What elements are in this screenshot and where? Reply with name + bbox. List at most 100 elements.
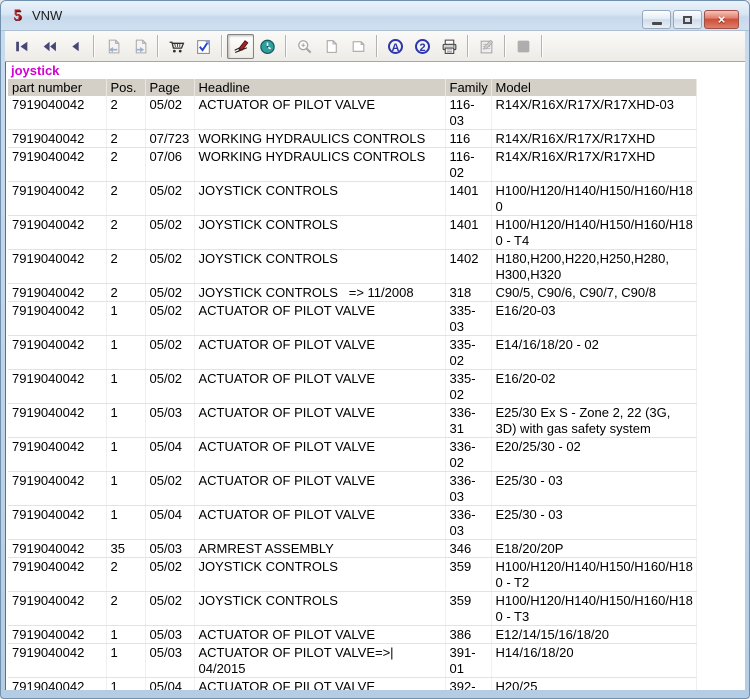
- column-header-page[interactable]: Page: [145, 79, 195, 96]
- cell-headline[interactable]: ACTUATOR OF PILOT VALVE: [194, 335, 446, 370]
- print-button[interactable]: [436, 34, 463, 59]
- table-row[interactable]: 7919040042 1 05/02 ACTUATOR OF PILOT VAL…: [8, 301, 697, 336]
- cell-family: 335-02: [445, 369, 492, 404]
- notes-button[interactable]: [473, 34, 500, 59]
- page-view-1-button[interactable]: [318, 34, 345, 59]
- cell-pos: 1: [106, 505, 146, 540]
- nav-previous-fast-button[interactable]: [35, 34, 62, 59]
- close-button[interactable]: ×: [704, 10, 739, 29]
- cell-headline[interactable]: ACTUATOR OF PILOT VALVE: [194, 96, 446, 130]
- cell-headline[interactable]: ACTUATOR OF PILOT VALVE=>| 04/2015: [194, 643, 446, 678]
- close-icon: ×: [717, 12, 726, 27]
- cell-headline[interactable]: JOYSTICK CONTROLS: [194, 181, 446, 216]
- stop-square-button[interactable]: [510, 34, 537, 59]
- cell-part-number: 7919040042: [8, 181, 107, 216]
- highlight-marker-button[interactable]: [227, 33, 254, 59]
- cell-family: 116-03: [445, 96, 492, 130]
- circled-2-button[interactable]: 2: [409, 34, 436, 59]
- order-checklist-icon: [197, 39, 210, 54]
- circled-a-button[interactable]: A: [382, 34, 409, 59]
- cell-family: 359: [445, 591, 492, 626]
- nav-previous-fast-icon: [43, 41, 56, 51]
- previous-document-icon: [108, 39, 120, 53]
- table-row[interactable]: 7919040042 1 05/04 ACTUATOR OF PILOT VAL…: [8, 437, 697, 472]
- table-row[interactable]: 7919040042 2 07/06 WORKING HYDRAULICS CO…: [8, 147, 697, 182]
- table-row[interactable]: 7919040042 1 05/02 ACTUATOR OF PILOT VAL…: [8, 369, 697, 404]
- next-document-button[interactable]: [126, 34, 153, 59]
- minimize-button[interactable]: [642, 10, 671, 29]
- cell-model: H14/16/18/20: [491, 643, 697, 678]
- cell-page: 05/03: [145, 643, 195, 678]
- cell-headline[interactable]: ACTUATOR OF PILOT VALVE: [194, 677, 446, 690]
- table-row[interactable]: 7919040042 2 05/02 ACTUATOR OF PILOT VAL…: [8, 96, 697, 130]
- page-view-1-icon: [326, 39, 337, 53]
- cell-model: E16/20-02: [491, 369, 697, 404]
- cell-model: E14/16/18/20 - 02: [491, 335, 697, 370]
- table-row[interactable]: 7919040042 1 05/04 ACTUATOR OF PILOT VAL…: [8, 505, 697, 540]
- cell-headline[interactable]: ARMREST ASSEMBLY: [194, 539, 446, 558]
- cell-headline[interactable]: WORKING HYDRAULICS CONTROLS: [194, 147, 446, 182]
- cell-pos: 2: [106, 215, 146, 250]
- restore-icon: [683, 15, 692, 24]
- table-row[interactable]: 7919040042 2 07/723 WORKING HYDRAULICS C…: [8, 129, 697, 148]
- cell-headline[interactable]: ACTUATOR OF PILOT VALVE: [194, 505, 446, 540]
- cell-model: E25/30 - 03: [491, 471, 697, 506]
- table-row[interactable]: 7919040042 1 05/02 ACTUATOR OF PILOT VAL…: [8, 335, 697, 370]
- titlebar[interactable]: 5 VNW ×: [1, 1, 749, 31]
- cell-headline[interactable]: ACTUATOR OF PILOT VALVE: [194, 403, 446, 438]
- nav-first-button[interactable]: [8, 34, 35, 59]
- cell-headline[interactable]: JOYSTICK CONTROLS: [194, 249, 446, 284]
- cell-headline[interactable]: JOYSTICK CONTROLS: [194, 591, 446, 626]
- table-row[interactable]: 7919040042 2 05/02 JOYSTICK CONTROLS 140…: [8, 249, 697, 284]
- cell-page: 07/06: [145, 147, 195, 182]
- table-row[interactable]: 7919040042 2 05/02 JOYSTICK CONTROLS 359…: [8, 591, 697, 626]
- column-header-headline[interactable]: Headline: [194, 79, 446, 96]
- cell-headline[interactable]: WORKING HYDRAULICS CONTROLS: [194, 129, 446, 148]
- table-row[interactable]: 7919040042 1 05/03 ACTUATOR OF PILOT VAL…: [8, 643, 697, 678]
- print-icon: [442, 39, 457, 54]
- restore-button[interactable]: [673, 10, 702, 29]
- cell-page: 05/02: [145, 369, 195, 404]
- table-row[interactable]: 7919040042 1 05/03 ACTUATOR OF PILOT VAL…: [8, 625, 697, 644]
- toolbar-separator: [467, 35, 469, 57]
- cell-part-number: 7919040042: [8, 301, 107, 336]
- page-view-2-button[interactable]: [345, 34, 372, 59]
- table-row[interactable]: 7919040042 2 05/02 JOYSTICK CONTROLS => …: [8, 283, 697, 302]
- cell-headline[interactable]: ACTUATOR OF PILOT VALVE: [194, 301, 446, 336]
- cell-page: 05/02: [145, 96, 195, 130]
- cell-page: 07/723: [145, 129, 195, 148]
- shopping-cart-button[interactable]: [163, 34, 190, 59]
- order-checklist-button[interactable]: [190, 34, 217, 59]
- cell-headline[interactable]: ACTUATOR OF PILOT VALVE: [194, 625, 446, 644]
- cell-model: R14X/R16X/R17X/R17XHD: [491, 129, 697, 148]
- cell-headline[interactable]: JOYSTICK CONTROLS => 11/2008: [194, 283, 446, 302]
- cell-pos: 2: [106, 283, 146, 302]
- window-title: VNW: [32, 8, 63, 23]
- column-header-pos[interactable]: Pos.: [106, 79, 146, 96]
- history-clock-button[interactable]: [254, 34, 281, 59]
- toolbar-separator: [157, 35, 159, 57]
- cell-headline[interactable]: ACTUATOR OF PILOT VALVE: [194, 471, 446, 506]
- cell-family: 336-02: [445, 437, 492, 472]
- cell-family: 335-03: [445, 301, 492, 336]
- table-row[interactable]: 7919040042 2 05/02 JOYSTICK CONTROLS 140…: [8, 181, 697, 216]
- cell-family: 392-01: [445, 677, 492, 690]
- column-header-part-number[interactable]: part number: [8, 79, 107, 96]
- table-row[interactable]: 7919040042 1 05/03 ACTUATOR OF PILOT VAL…: [8, 403, 697, 438]
- cell-headline[interactable]: ACTUATOR OF PILOT VALVE: [194, 437, 446, 472]
- table-row[interactable]: 7919040042 2 05/02 JOYSTICK CONTROLS 359…: [8, 557, 697, 592]
- nav-previous-button[interactable]: [62, 34, 89, 59]
- column-header-family[interactable]: Family: [445, 79, 492, 96]
- table-row[interactable]: 7919040042 1 05/02 ACTUATOR OF PILOT VAL…: [8, 471, 697, 506]
- previous-document-button[interactable]: [99, 34, 126, 59]
- table-row[interactable]: 7919040042 1 05/04 ACTUATOR OF PILOT VAL…: [8, 677, 697, 690]
- cell-headline[interactable]: ACTUATOR OF PILOT VALVE: [194, 369, 446, 404]
- cell-pos: 2: [106, 591, 146, 626]
- table-row[interactable]: 7919040042 35 05/03 ARMREST ASSEMBLY 346…: [8, 539, 697, 558]
- toolbar-separator: [93, 35, 95, 57]
- cell-headline[interactable]: JOYSTICK CONTROLS: [194, 557, 446, 592]
- column-header-model[interactable]: Model: [491, 79, 697, 96]
- table-row[interactable]: 7919040042 2 05/02 JOYSTICK CONTROLS 140…: [8, 215, 697, 250]
- cell-headline[interactable]: JOYSTICK CONTROLS: [194, 215, 446, 250]
- zoom-in-button[interactable]: [291, 34, 318, 59]
